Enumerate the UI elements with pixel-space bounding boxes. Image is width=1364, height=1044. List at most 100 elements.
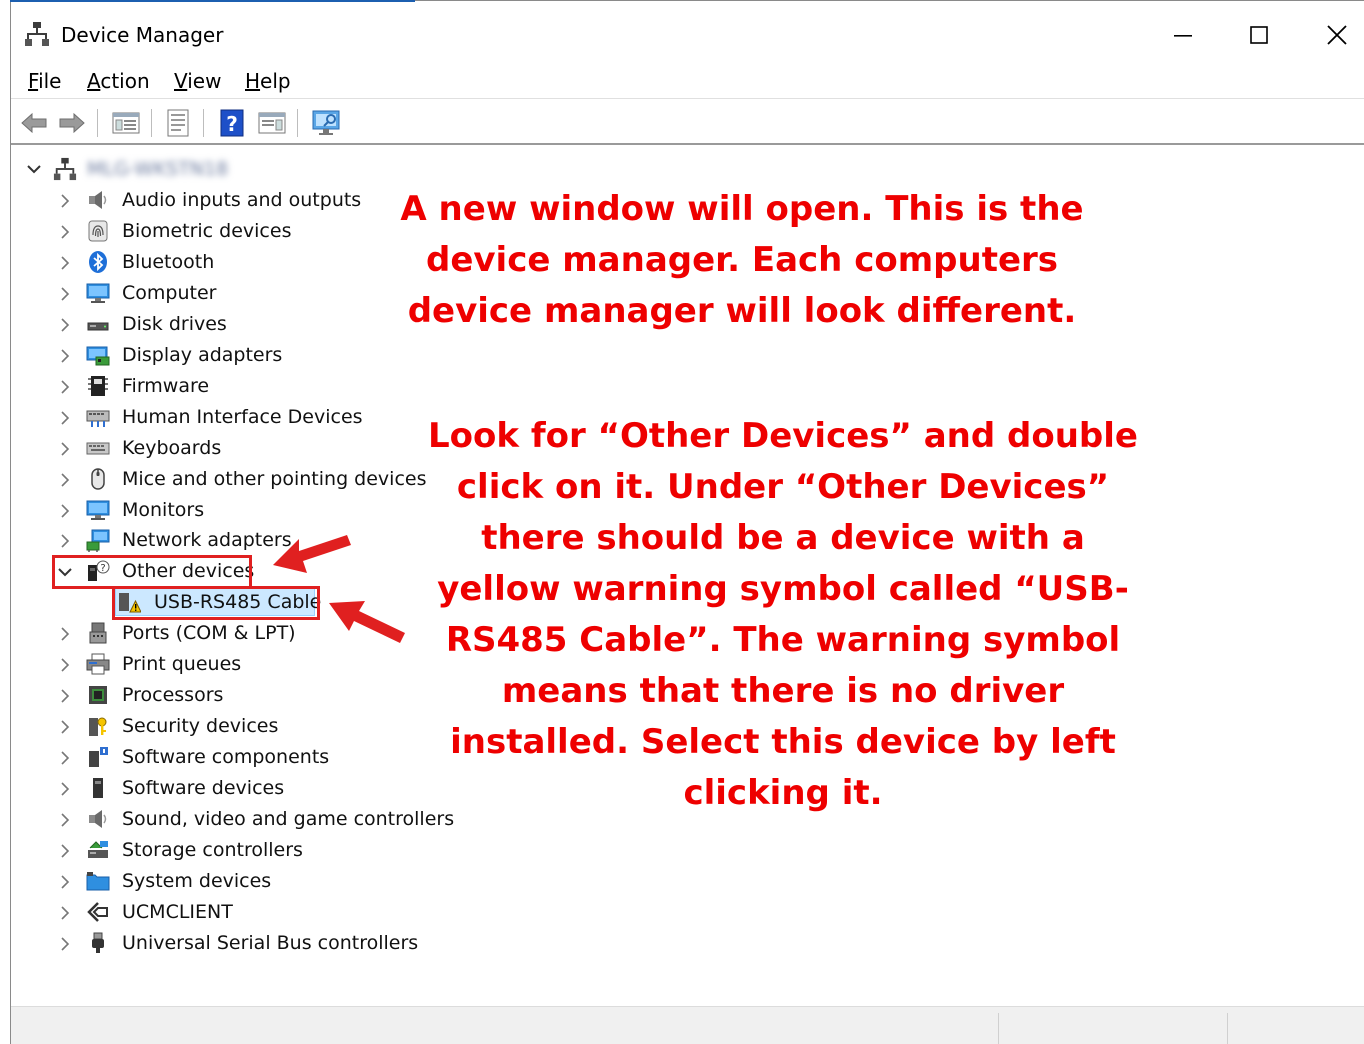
chevron-right-icon[interactable] — [56, 749, 74, 767]
tree-category-monitors[interactable]: Monitors — [11, 495, 451, 525]
note2-line: click on it. Under “Other Devices” — [456, 467, 1110, 507]
chevron-down-icon[interactable] — [25, 160, 43, 178]
root-computer-name: MLG-WKSTN18 — [87, 158, 229, 180]
note2-line: yellow warning symbol called “USB- — [437, 569, 1129, 609]
properties-button[interactable] — [161, 106, 195, 140]
menu-help[interactable]: Help — [245, 67, 291, 95]
toolbar-separator — [297, 109, 298, 137]
show-hide-tree-icon — [112, 112, 140, 134]
tree-label: Firmware — [122, 375, 210, 397]
chevron-right-icon[interactable] — [56, 223, 74, 241]
device-manager-window: Device Manager File Action View Help ? M… — [10, 0, 1364, 1044]
usb-plug-icon — [92, 932, 104, 953]
tree-category-network-adapters[interactable]: Network adapters — [11, 525, 451, 555]
instruction-note-1: A new window will open. This is the devi… — [377, 184, 1107, 337]
maximize-button[interactable] — [1237, 13, 1281, 57]
forward-button[interactable] — [55, 106, 89, 140]
tree-category-security-devices[interactable]: Security devices — [11, 711, 451, 741]
tree-category-storage-controllers[interactable]: Storage controllers — [11, 835, 451, 865]
chevron-right-icon[interactable] — [56, 254, 74, 272]
tree-label: Software devices — [122, 777, 285, 799]
monitor-scan-icon — [312, 110, 340, 135]
bluetooth-icon — [89, 251, 107, 273]
software-component-icon — [89, 747, 108, 767]
menu-action-label: ction — [100, 69, 150, 93]
chevron-right-icon[interactable] — [56, 625, 74, 643]
tree-category-universal-serial-bus-controllers[interactable]: Universal Serial Bus controllers — [11, 928, 451, 958]
toolbar-separator — [151, 109, 152, 137]
tree-category-firmware[interactable]: Firmware — [11, 371, 451, 401]
menu-view-label: iew — [187, 69, 222, 93]
tree-category-processors[interactable]: Processors — [11, 680, 451, 710]
show-hide-tree-button[interactable] — [109, 106, 143, 140]
chevron-right-icon[interactable] — [56, 780, 74, 798]
storage-controller-icon — [88, 841, 108, 858]
hid-icon — [86, 410, 110, 427]
chevron-right-icon[interactable] — [56, 935, 74, 953]
note2-line: RS485 Cable”. The warning symbol — [445, 620, 1121, 660]
chevron-right-icon[interactable] — [56, 718, 74, 736]
tree-root[interactable]: MLG-WKSTN18 — [11, 154, 411, 184]
port-icon — [89, 622, 107, 644]
chevron-right-icon[interactable] — [56, 687, 74, 705]
note2-line: installed. Select this device by left — [450, 722, 1116, 762]
tree-category-keyboards[interactable]: Keyboards — [11, 433, 451, 463]
menu-file-label: ile — [38, 69, 62, 93]
menu-view[interactable]: View — [174, 67, 221, 95]
tree-category-human-interface-devices[interactable]: Human Interface Devices — [11, 402, 451, 432]
tree-category-print-queues[interactable]: Print queues — [11, 649, 451, 679]
chevron-right-icon[interactable] — [56, 811, 74, 829]
tree-category-software-devices[interactable]: Software devices — [11, 773, 451, 803]
action-pane-button[interactable] — [255, 106, 289, 140]
chevron-right-icon[interactable] — [56, 347, 74, 365]
tree-label: Software components — [122, 746, 330, 768]
speaker-icon — [89, 191, 107, 209]
chevron-right-icon[interactable] — [56, 502, 74, 520]
back-button[interactable] — [17, 106, 51, 140]
minimize-button[interactable] — [1161, 13, 1205, 57]
title-bar[interactable]: Device Manager — [11, 1, 1364, 61]
tree-category-sound-video-and-game-controllers[interactable]: Sound, video and game controllers — [11, 804, 454, 834]
tree-category-ucmclient[interactable]: UCMCLIENT — [11, 897, 451, 927]
chevron-right-icon[interactable] — [56, 904, 74, 922]
chevron-right-icon[interactable] — [56, 842, 74, 860]
chevron-right-icon[interactable] — [56, 440, 74, 458]
tree-label: Disk drives — [122, 313, 227, 335]
chevron-right-icon[interactable] — [56, 316, 74, 334]
chevron-right-icon[interactable] — [56, 409, 74, 427]
tree-label: Mice and other pointing devices — [122, 468, 427, 490]
note1-line: device manager will look different. — [407, 291, 1077, 331]
chevron-right-icon[interactable] — [56, 471, 74, 489]
window-title: Device Manager — [61, 23, 224, 47]
disk-drive-icon — [87, 322, 109, 331]
tree-category-display-adapters[interactable]: Display adapters — [11, 340, 451, 370]
tree-label: Print queues — [122, 653, 242, 675]
chevron-right-icon[interactable] — [56, 378, 74, 396]
status-divider — [1227, 1013, 1228, 1044]
tree-category-software-components[interactable]: Software components — [11, 742, 451, 772]
keyboard-icon — [86, 442, 110, 455]
chevron-right-icon[interactable] — [56, 532, 74, 550]
menu-help-accelerator: H — [245, 69, 261, 93]
close-button[interactable] — [1315, 13, 1359, 57]
tree-label: Keyboards — [122, 437, 222, 459]
menu-file[interactable]: File — [28, 67, 61, 95]
tree-category-mice-and-other-pointing-devices[interactable]: Mice and other pointing devices — [11, 464, 451, 494]
scan-hardware-button[interactable] — [309, 106, 343, 140]
chevron-right-icon[interactable] — [56, 656, 74, 674]
chevron-right-icon[interactable] — [56, 285, 74, 303]
processor-icon — [89, 686, 107, 704]
help-button[interactable]: ? — [215, 106, 249, 140]
toolbar-separator — [203, 109, 204, 137]
tree-category-system-devices[interactable]: System devices — [11, 866, 451, 896]
menu-action[interactable]: Action — [87, 67, 150, 95]
menu-bar: File Action View Help — [11, 63, 1364, 99]
status-divider — [998, 1013, 999, 1044]
forward-arrow-icon — [59, 112, 85, 134]
svg-text:?: ? — [226, 112, 238, 136]
note2-line: clicking it. — [683, 773, 883, 813]
tree-label: Bluetooth — [122, 251, 215, 273]
chevron-right-icon[interactable] — [56, 192, 74, 210]
instruction-note-2: Look for “Other Devices” and double clic… — [413, 411, 1153, 819]
chevron-right-icon[interactable] — [56, 873, 74, 891]
